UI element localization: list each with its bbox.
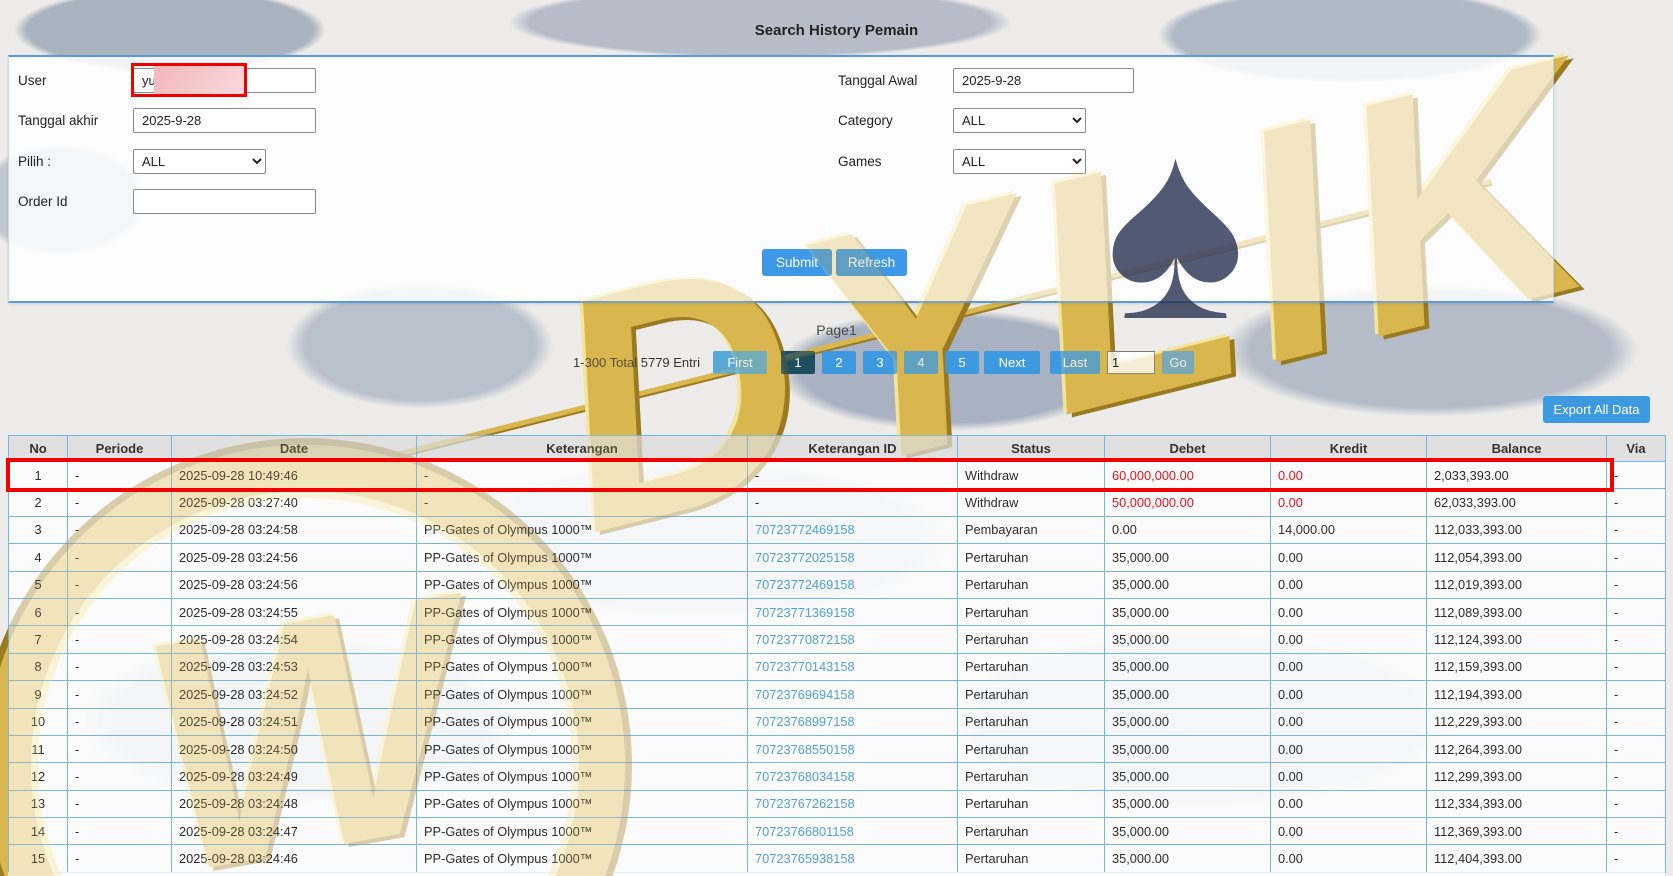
partial-next-row	[8, 872, 1665, 876]
table-row: 13-2025-09-28 03:24:48 PP-Gates of Olympu…	[8, 789, 1666, 819]
first-page-button[interactable]: First	[713, 351, 767, 374]
keterangan-id-link[interactable]: 70723767262158	[755, 796, 855, 811]
page-button-2[interactable]: 2	[822, 351, 856, 374]
table-row: 12-2025-09-28 03:24:49 PP-Gates of Olympu…	[8, 762, 1666, 791]
table-row: 6-2025-09-28 03:24:55 PP-Gates of Olympus…	[8, 597, 1666, 627]
column-header: Periode	[67, 435, 172, 462]
column-header: No	[8, 435, 68, 462]
page-button-1[interactable]: 1	[781, 351, 815, 374]
refresh-button[interactable]: Refresh	[836, 249, 907, 276]
page-title: Search History Pemain	[754, 22, 919, 39]
games-select[interactable]: ALL	[953, 149, 1086, 174]
column-header: Kredit	[1270, 435, 1427, 462]
keterangan-id-link[interactable]: 70723771369158	[755, 605, 855, 620]
table-row: 1-2025-09-28 10:49:46- - Withdraw 60,000,00…	[8, 460, 1666, 490]
column-header: Balance	[1426, 435, 1607, 462]
column-header: Debet	[1104, 435, 1271, 462]
table-header-row: No Periode Date Keterangan Keterangan ID Stat…	[8, 435, 1666, 462]
keterangan-id-link[interactable]: 70723770872158	[755, 632, 855, 647]
column-header: Keterangan ID	[747, 435, 958, 462]
keterangan-id-link[interactable]: 70723769694158	[755, 687, 855, 702]
column-header: Date	[171, 435, 417, 462]
user-label: User	[18, 73, 47, 88]
table-row: 2-2025-09-28 03:27:40- - Withdraw 50,000,00…	[8, 488, 1666, 517]
category-label: Category	[838, 113, 893, 128]
category-select[interactable]: ALL	[953, 108, 1086, 133]
submit-button[interactable]: Submit	[762, 249, 832, 276]
table-row: 11-2025-09-28 03:24:50 PP-Gates of Olympu…	[8, 734, 1666, 764]
goto-page-input[interactable]	[1107, 351, 1155, 374]
history-table: No Periode Date Keterangan Keterangan ID Stat…	[8, 435, 1666, 873]
column-header: Keterangan	[416, 435, 748, 462]
table-row: 8-2025-09-28 03:24:53 PP-Gates of Olympus…	[8, 652, 1666, 682]
keterangan-id-link[interactable]: 70723768034158	[755, 769, 855, 784]
page-button-3[interactable]: 3	[863, 351, 897, 374]
keterangan-id-link[interactable]: 70723772469158	[755, 577, 855, 592]
keterangan-id-link[interactable]: 70723770143158	[755, 659, 855, 674]
order-id-input[interactable]	[133, 189, 316, 214]
column-header: Status	[957, 435, 1105, 462]
page-button-5[interactable]: 5	[945, 351, 979, 374]
last-page-button[interactable]: Last	[1050, 351, 1100, 374]
user-input[interactable]	[133, 68, 316, 93]
table-row: 10-2025-09-28 03:24:51 PP-Gates of Olympu…	[8, 707, 1666, 736]
keterangan-id-link[interactable]: 70723768550158	[755, 742, 855, 757]
results-range-text: 1-300 Total 5779 Entri	[573, 355, 700, 370]
current-page-indicator: Page1	[816, 322, 857, 338]
column-header: Via	[1606, 435, 1666, 462]
pilih-label: Pilih :	[18, 154, 52, 169]
go-button[interactable]: Go	[1162, 351, 1194, 374]
keterangan-id-link[interactable]: 70723765938158	[755, 851, 855, 866]
keterangan-id-link[interactable]: 70723772025158	[755, 550, 855, 565]
keterangan-id-link[interactable]: 70723766801158	[755, 824, 854, 839]
export-all-data-button[interactable]: Export All Data	[1543, 396, 1650, 423]
keterangan-id-link[interactable]: 70723772469158	[755, 522, 855, 537]
next-page-button[interactable]: Next	[984, 351, 1040, 374]
table-row: 7-2025-09-28 03:24:54 PP-Gates of Olympus…	[8, 625, 1666, 654]
table-row: 5-2025-09-28 03:24:56 PP-Gates of Olympus…	[8, 570, 1666, 599]
table-row: 14-2025-09-28 03:24:47 PP-Gates of Olympu…	[8, 817, 1666, 846]
tanggal-awal-input[interactable]	[953, 68, 1134, 93]
games-label: Games	[838, 154, 882, 169]
table-row: 9-2025-09-28 03:24:52 PP-Gates of Olympus…	[8, 680, 1666, 709]
tanggal-akhir-label: Tanggal akhir	[18, 113, 99, 128]
table-row: 15-2025-09-28 03:24:46 PP-Gates of Olympu…	[8, 844, 1666, 873]
page-button-4[interactable]: 4	[904, 351, 938, 374]
keterangan-id-link[interactable]: 70723768997158	[755, 714, 855, 729]
order-id-label: Order Id	[18, 194, 68, 209]
table-row: 4-2025-09-28 03:24:56 PP-Gates of Olympus…	[8, 543, 1666, 572]
pilih-select[interactable]: ALL	[133, 149, 266, 174]
table-row: 3-2025-09-28 03:24:58 PP-Gates of Olympus…	[8, 515, 1666, 545]
tanggal-awal-label: Tanggal Awal	[838, 73, 918, 88]
tanggal-akhir-input[interactable]	[133, 108, 316, 133]
